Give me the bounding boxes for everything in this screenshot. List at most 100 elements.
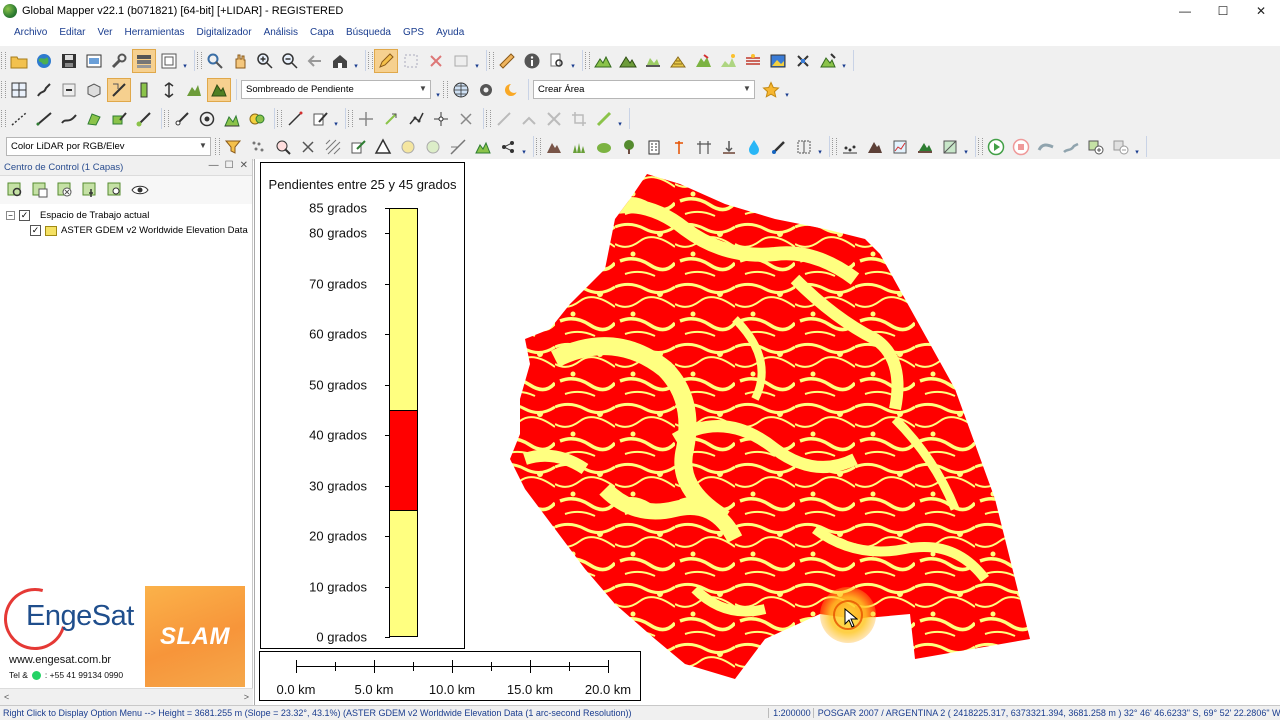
snap-button[interactable] — [195, 107, 219, 131]
lidar-noise-button[interactable] — [396, 135, 420, 159]
3d-view-button[interactable] — [82, 78, 106, 102]
toolbar-options-caret[interactable]: ▾ — [332, 108, 340, 130]
remove-layer-button[interactable] — [1109, 135, 1133, 159]
lidar-qc-button[interactable] — [471, 135, 495, 159]
toolbar-options-caret[interactable]: ▾ — [520, 136, 528, 158]
combine-button[interactable] — [245, 107, 269, 131]
lidar-breakline-button[interactable] — [446, 135, 470, 159]
toolbar-options-caret[interactable]: ▾ — [473, 50, 481, 72]
zoom-to-layer-button[interactable] — [4, 179, 26, 201]
extract-terrain-button[interactable] — [542, 135, 566, 159]
overlay-control-button[interactable] — [131, 48, 156, 73]
crop-button[interactable] — [567, 107, 591, 131]
save-button[interactable] — [57, 49, 81, 73]
extract-powerlines-button[interactable] — [692, 135, 716, 159]
split-line-button[interactable] — [492, 107, 516, 131]
open-online-data-button[interactable] — [32, 49, 56, 73]
toolbar-options-caret[interactable]: ▾ — [181, 50, 189, 72]
hillshade-button[interactable] — [182, 78, 206, 102]
terrain-profile-button[interactable] — [591, 49, 615, 73]
back-button[interactable] — [303, 49, 327, 73]
view-shed-button[interactable] — [616, 49, 640, 73]
shader-slope-button[interactable] — [106, 77, 131, 102]
panel-close-button[interactable]: ✕ — [240, 160, 248, 171]
terrain-shade-button[interactable] — [206, 77, 231, 102]
raster-image-button[interactable] — [766, 49, 790, 73]
metadata-button[interactable] — [79, 179, 101, 201]
create-area-button[interactable] — [82, 107, 106, 131]
toolbar-options-caret[interactable]: ▾ — [783, 79, 791, 101]
terrain-analysis-button[interactable] — [816, 49, 840, 73]
menu-busqueda[interactable]: Búsqueda — [340, 27, 397, 38]
layer-checkbox[interactable]: ✓ — [30, 225, 41, 236]
extract-buildings-button[interactable] — [642, 135, 666, 159]
vectorize-button[interactable] — [792, 135, 816, 159]
toolbar-options-caret[interactable]: ▾ — [616, 108, 624, 130]
measure-button[interactable] — [495, 49, 519, 73]
toolbar-options-caret[interactable]: ▾ — [352, 50, 360, 72]
lidar-filter-button[interactable] — [221, 135, 245, 159]
tree-row-workspace[interactable]: − ✓ Espacio de Trabajo actual — [0, 208, 252, 223]
extract-bush-button[interactable] — [592, 135, 616, 159]
toolbar-options-caret[interactable]: ▾ — [569, 50, 577, 72]
route-button[interactable] — [1059, 135, 1083, 159]
menu-ayuda[interactable]: Ayuda — [430, 27, 470, 38]
panel-minimize-button[interactable]: — — [209, 160, 219, 171]
stop-button[interactable] — [1009, 135, 1033, 159]
menu-digitalizador[interactable]: Digitalizador — [191, 27, 258, 38]
toolbar-options-caret[interactable]: ▾ — [816, 136, 824, 158]
profile-button[interactable] — [888, 135, 912, 159]
toolbar-options-caret[interactable]: ▾ — [962, 136, 970, 158]
find-layer-button[interactable] — [104, 179, 126, 201]
cross-section-button[interactable] — [913, 135, 937, 159]
feature-info-button[interactable] — [520, 49, 544, 73]
create-point-button[interactable] — [132, 107, 156, 131]
cut-button[interactable] — [542, 107, 566, 131]
menu-herramientas[interactable]: Herramientas — [119, 27, 191, 38]
lidar-classify-button[interactable] — [371, 135, 395, 159]
extract-water-button[interactable] — [742, 135, 766, 159]
peak-button[interactable] — [863, 135, 887, 159]
tree-row-layer[interactable]: ✓ ASTER GDEM v2 Worldwide Elevation Data — [0, 223, 252, 238]
minimize-button[interactable]: — — [1166, 0, 1204, 22]
daylight-button[interactable] — [499, 78, 523, 102]
extract-vegetation-button[interactable] — [567, 135, 591, 159]
draw-line-button[interactable] — [32, 107, 56, 131]
extract-features-button[interactable] — [767, 135, 791, 159]
delete-button[interactable] — [424, 49, 448, 73]
horizontal-scrollbar[interactable]: < > — [0, 688, 253, 705]
collapse-icon[interactable]: − — [6, 211, 15, 220]
select-area-button[interactable] — [399, 49, 423, 73]
edit-pencil-button[interactable] — [373, 48, 398, 73]
toolbar-options-caret[interactable]: ▾ — [840, 50, 848, 72]
lidar-grid-button[interactable] — [321, 135, 345, 159]
menu-capa[interactable]: Capa — [304, 27, 340, 38]
create-feature-select[interactable]: Crear Área ▼ — [533, 80, 755, 99]
reshape-button[interactable] — [283, 107, 307, 131]
pan-button[interactable] — [228, 49, 252, 73]
cut-fill-button[interactable] — [741, 49, 765, 73]
rotate-button[interactable] — [379, 107, 403, 131]
create-line-button[interactable] — [7, 107, 31, 131]
overview-map-button[interactable] — [157, 49, 181, 73]
add-layer-button[interactable] — [1084, 135, 1108, 159]
pipeline-button[interactable] — [1034, 135, 1058, 159]
maximize-button[interactable]: ☐ — [1204, 0, 1242, 22]
zoom-in-button[interactable] — [253, 49, 277, 73]
satellite-button[interactable] — [791, 49, 815, 73]
extract-poles-button[interactable] — [667, 135, 691, 159]
settings-button[interactable] — [474, 78, 498, 102]
favorite-button[interactable] — [759, 78, 783, 102]
toolbar-options-caret[interactable]: ▾ — [1133, 136, 1141, 158]
lidar-points-button[interactable] — [246, 135, 270, 159]
menu-analisis[interactable]: Análisis — [258, 27, 304, 38]
split-view-button[interactable] — [7, 78, 31, 102]
delete-vertex-button[interactable] — [454, 107, 478, 131]
extract-ground-button[interactable] — [717, 135, 741, 159]
lidar-search-button[interactable] — [271, 135, 295, 159]
menu-editar[interactable]: Editar — [53, 27, 91, 38]
layer-options-button[interactable] — [29, 179, 51, 201]
lidar-color-select[interactable]: Color LiDAR por RGB/Elev ▼ — [6, 137, 211, 156]
menu-archivo[interactable]: Archivo — [8, 27, 53, 38]
panel-float-button[interactable]: ☐ — [225, 160, 234, 171]
